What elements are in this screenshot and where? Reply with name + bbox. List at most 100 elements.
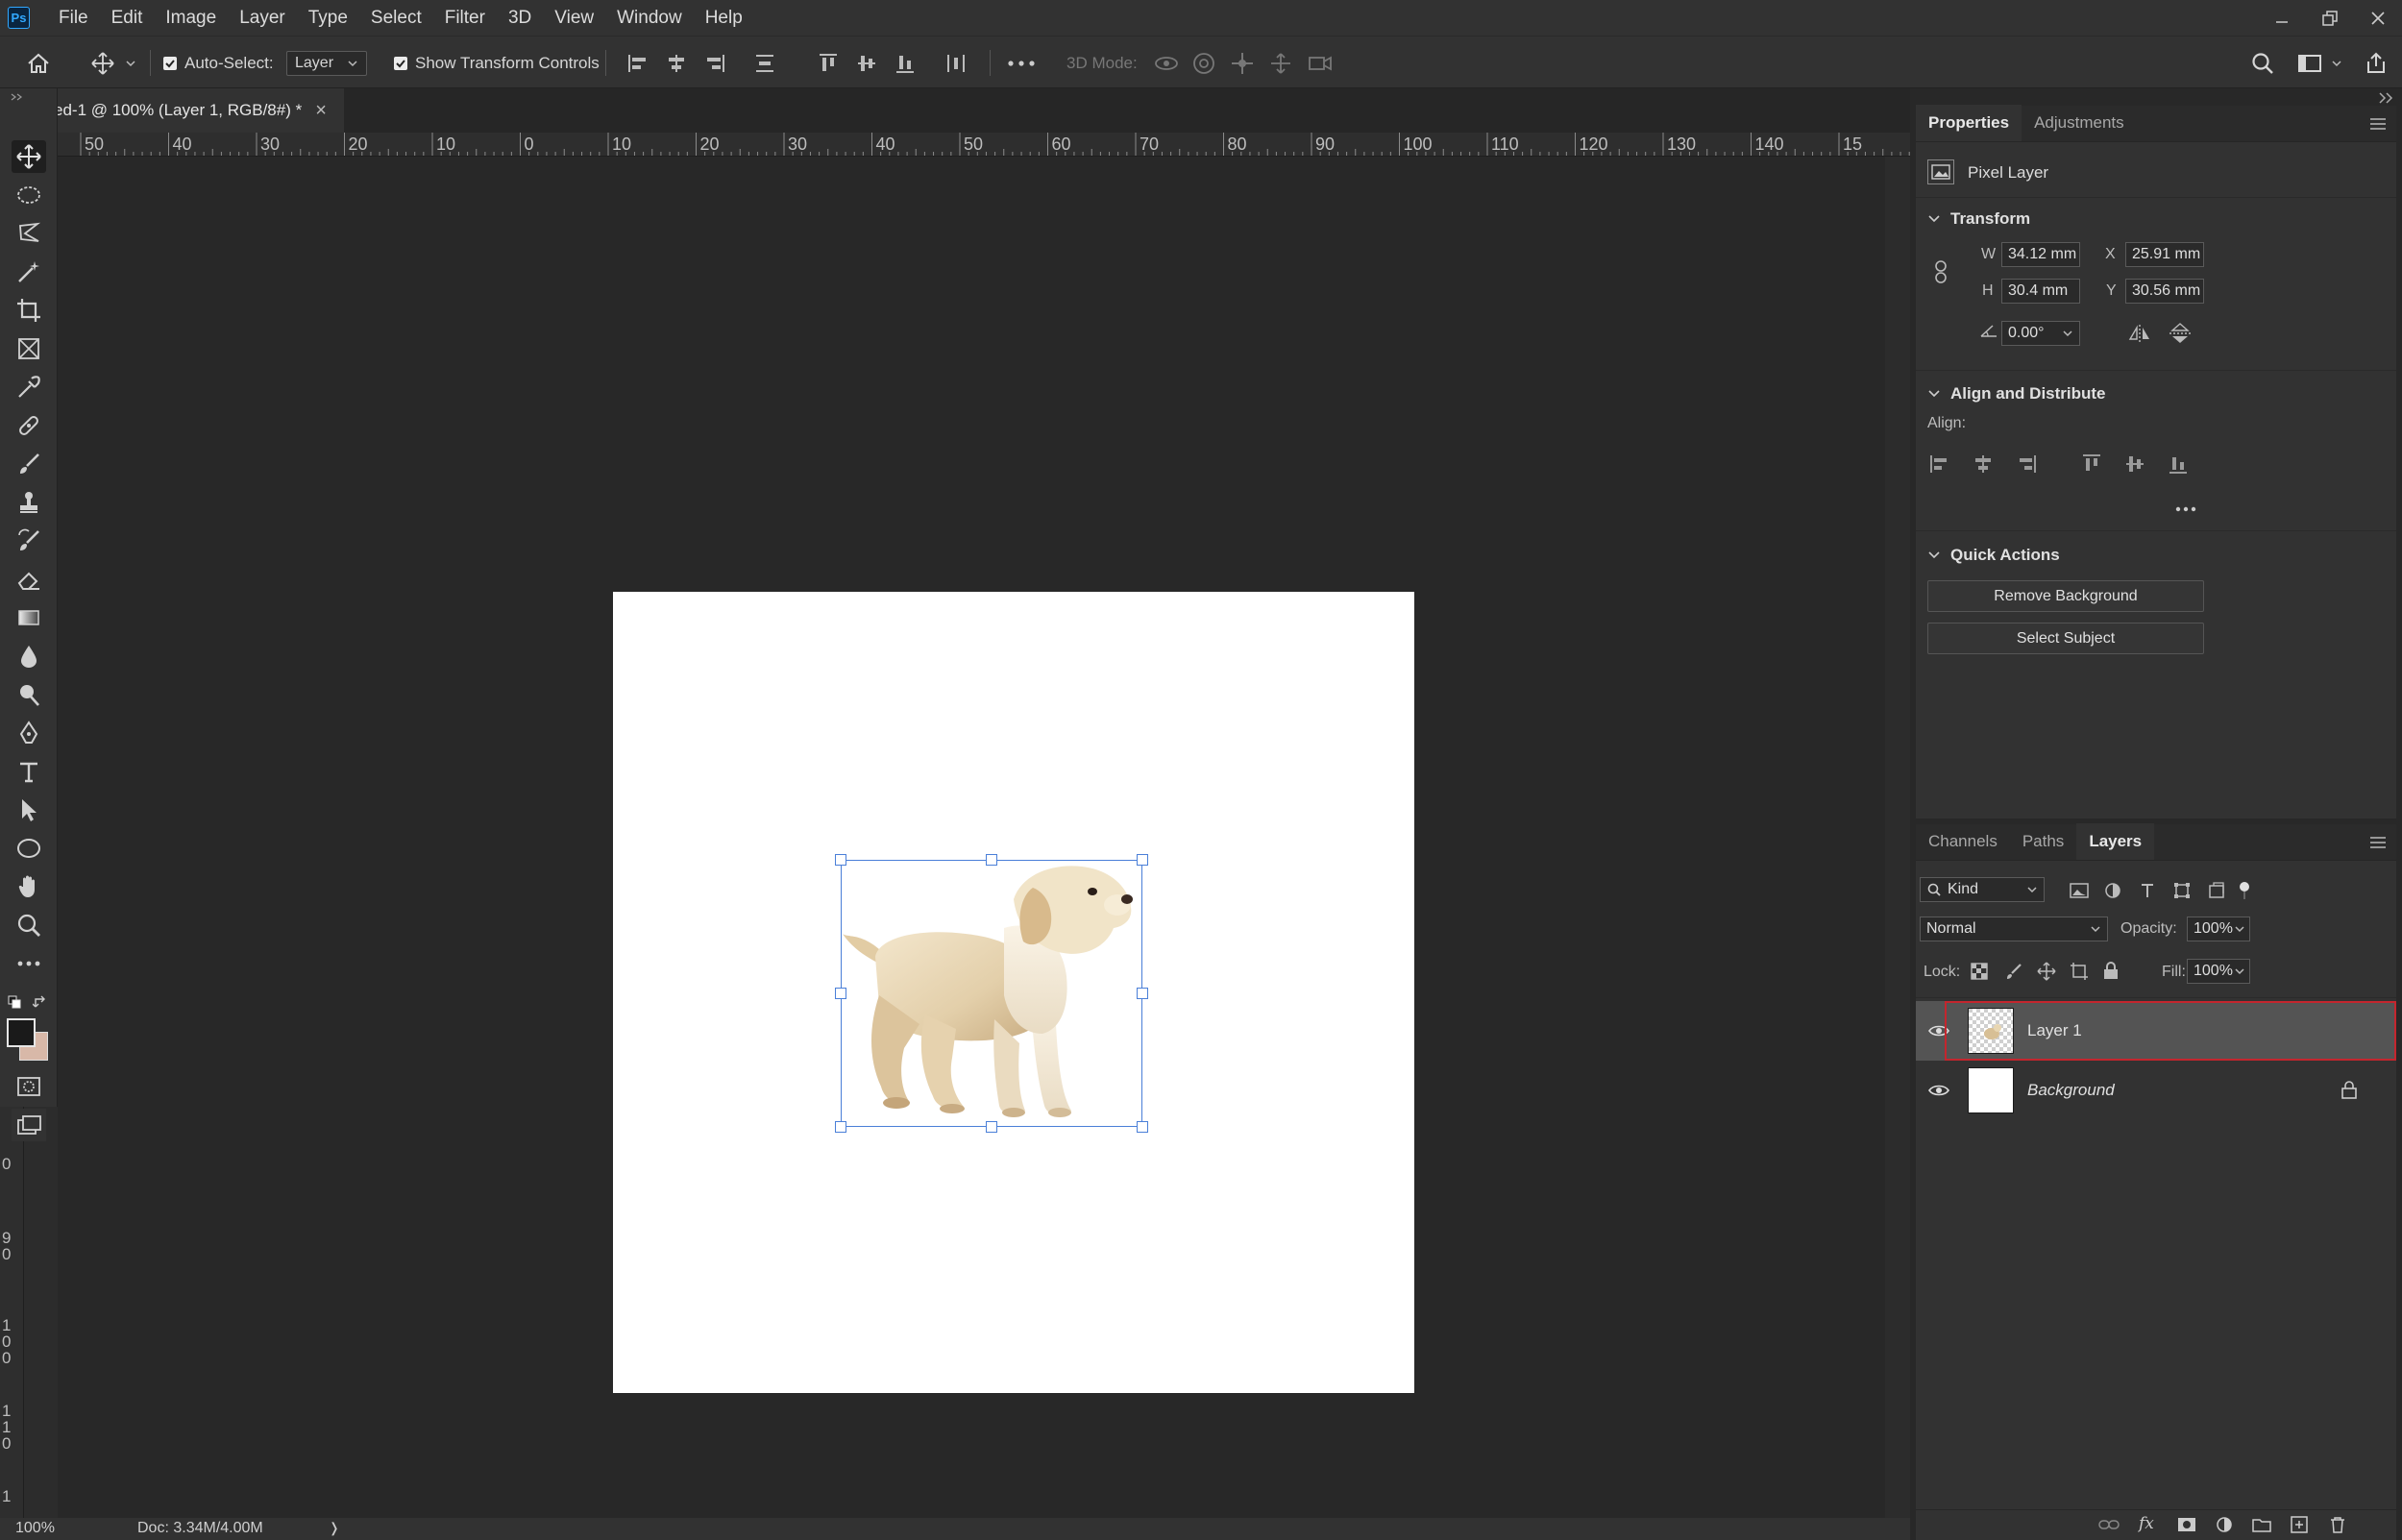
menu-image[interactable]: Image	[154, 0, 228, 36]
toolbar-grip-icon[interactable]	[8, 92, 46, 102]
eyedropper-tool-icon[interactable]	[12, 371, 46, 403]
auto-select-checkbox[interactable]: Auto-Select:	[163, 37, 274, 89]
filter-smart-object-icon[interactable]	[2208, 882, 2225, 899]
angle-field[interactable]: 0.00°	[2001, 321, 2080, 346]
new-layer-icon[interactable]	[2291, 1516, 2308, 1533]
menu-help[interactable]: Help	[694, 0, 754, 36]
transform-handle-right[interactable]	[1137, 988, 1148, 999]
lock-transparent-pixels-icon[interactable]	[1970, 962, 1989, 981]
transform-handle-top[interactable]	[986, 854, 997, 866]
canvas-area[interactable]	[58, 157, 1885, 1523]
document-tab[interactable]: ed-1 @ 100% (Layer 1, RGB/8#) * ×	[38, 88, 344, 133]
brush-tool-icon[interactable]	[12, 448, 46, 480]
show-transform-controls-checkbox[interactable]: Show Transform Controls	[394, 37, 600, 89]
more-align-options-icon[interactable]	[2175, 505, 2196, 513]
more-options-icon[interactable]	[1007, 37, 1036, 89]
new-group-icon[interactable]	[2252, 1517, 2271, 1532]
horizontal-ruler[interactable]: 50 40 30 20 10 0 10 20 30 40 50 60 70 80 90 100 110 120 13…	[37, 133, 1910, 157]
frame-tool-icon[interactable]	[12, 332, 46, 365]
layer-filter-dropdown[interactable]: Kind	[1920, 877, 2045, 902]
transform-handle-bottom-right[interactable]	[1137, 1121, 1148, 1133]
move-tool-icon[interactable]	[12, 140, 46, 173]
align-distribute-section-header[interactable]: Align and Distribute	[1927, 384, 2106, 403]
align-right-edges-icon[interactable]	[703, 37, 726, 89]
3d-roll-icon[interactable]	[1191, 37, 1216, 89]
close-tab-icon[interactable]: ×	[315, 100, 327, 122]
transform-handle-bottom-left[interactable]	[835, 1121, 846, 1133]
magic-wand-tool-icon[interactable]	[12, 256, 46, 288]
panel-menu-icon[interactable]	[2369, 117, 2387, 131]
transform-section-header[interactable]: Transform	[1927, 209, 2030, 229]
align-top-edges-icon[interactable]	[2081, 453, 2102, 475]
path-selection-tool-icon[interactable]	[12, 794, 46, 826]
lock-image-pixels-icon[interactable]	[2004, 962, 2023, 981]
eraser-tool-icon[interactable]	[12, 563, 46, 596]
width-field[interactable]: 34.12 mm	[2001, 242, 2080, 267]
marquee-tool-icon[interactable]	[12, 179, 46, 211]
lock-artboard-icon[interactable]	[2070, 962, 2089, 981]
flip-vertical-icon[interactable]	[2168, 323, 2193, 344]
healing-brush-tool-icon[interactable]	[12, 409, 46, 442]
menu-3d[interactable]: 3D	[497, 0, 543, 36]
menu-layer[interactable]: Layer	[228, 0, 297, 36]
align-left-edges-icon[interactable]	[626, 37, 650, 89]
align-vertical-centers-icon[interactable]	[855, 37, 878, 89]
home-icon[interactable]	[25, 37, 52, 89]
status-menu-arrow-icon[interactable]: ❭	[329, 1520, 340, 1536]
layer-row-background[interactable]: Background	[1916, 1061, 2396, 1120]
add-layer-style-icon[interactable]: fx	[2139, 1514, 2154, 1533]
align-horizontal-centers-icon[interactable]	[665, 37, 688, 89]
3d-slide-icon[interactable]	[1268, 37, 1293, 89]
layer-name[interactable]: Background	[2027, 1081, 2115, 1100]
default-colors-icon[interactable]	[8, 995, 21, 1009]
dodge-tool-icon[interactable]	[12, 678, 46, 711]
document-size-info[interactable]: Doc: 3.34M/4.00M	[137, 1520, 263, 1537]
layer-row-layer-1[interactable]: Layer 1	[1916, 1001, 2396, 1061]
lock-all-icon[interactable]	[2102, 961, 2120, 980]
menu-view[interactable]: View	[543, 0, 605, 36]
transform-bounding-box[interactable]	[841, 860, 1142, 1127]
swap-colors-icon[interactable]	[33, 995, 48, 1011]
filter-toggle-icon[interactable]	[2237, 880, 2252, 901]
menu-select[interactable]: Select	[359, 0, 433, 36]
collapse-dock-icon[interactable]	[2377, 90, 2396, 106]
flip-horizontal-icon[interactable]	[2127, 323, 2152, 344]
align-left-edges-icon[interactable]	[1929, 453, 1950, 475]
quick-mask-icon[interactable]	[12, 1070, 46, 1103]
filter-type-icon[interactable]	[2139, 882, 2156, 899]
search-icon[interactable]	[2250, 37, 2275, 89]
filter-pixel-icon[interactable]	[2070, 882, 2089, 899]
align-bottom-edges-icon[interactable]	[2168, 453, 2189, 475]
tab-layers[interactable]: Layers	[2076, 823, 2155, 860]
clone-stamp-tool-icon[interactable]	[12, 486, 46, 519]
remove-background-button[interactable]: Remove Background	[1927, 580, 2204, 612]
distribute-horizontal-icon[interactable]	[944, 37, 968, 89]
3d-orbit-icon[interactable]	[1153, 37, 1180, 89]
zoom-tool-icon[interactable]	[12, 909, 46, 941]
fill-field[interactable]: 100%	[2187, 959, 2250, 984]
menu-type[interactable]: Type	[297, 0, 359, 36]
foreground-color-swatch[interactable]	[7, 1018, 36, 1047]
share-icon[interactable]	[2364, 37, 2389, 89]
filter-shape-icon[interactable]	[2173, 882, 2191, 899]
blur-tool-icon[interactable]	[12, 640, 46, 672]
x-position-field[interactable]: 25.91 mm	[2125, 242, 2204, 267]
type-tool-icon[interactable]	[12, 755, 46, 788]
y-position-field[interactable]: 30.56 mm	[2125, 279, 2204, 304]
align-horizontal-centers-icon[interactable]	[1973, 453, 1994, 475]
workspace-icon[interactable]	[2296, 37, 2342, 89]
opacity-field[interactable]: 100%	[2187, 917, 2250, 941]
align-right-edges-icon[interactable]	[2016, 453, 2037, 475]
document-canvas[interactable]	[613, 592, 1414, 1393]
hand-tool-icon[interactable]	[12, 870, 46, 903]
delete-layer-icon[interactable]	[2329, 1516, 2346, 1533]
move-tool-preset-icon[interactable]	[90, 37, 136, 89]
link-layers-icon[interactable]	[2098, 1517, 2120, 1532]
gradient-tool-icon[interactable]	[12, 601, 46, 634]
screen-mode-icon[interactable]	[12, 1109, 46, 1141]
menu-filter[interactable]: Filter	[433, 0, 497, 36]
height-field[interactable]: 30.4 mm	[2001, 279, 2080, 304]
tab-properties[interactable]: Properties	[1916, 105, 2022, 141]
edit-toolbar-icon[interactable]	[12, 947, 46, 980]
history-brush-tool-icon[interactable]	[12, 525, 46, 557]
